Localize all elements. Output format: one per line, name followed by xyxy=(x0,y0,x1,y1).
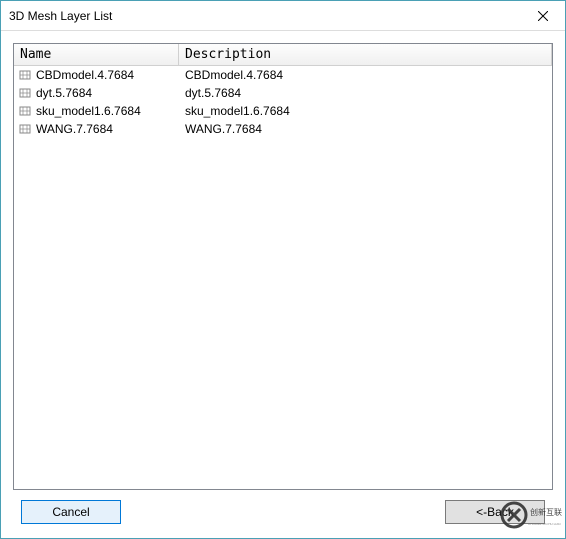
button-row: Cancel <-Back xyxy=(13,490,553,530)
mesh-name: dyt.5.7684 xyxy=(36,86,92,100)
list-body: CBDmodel.4.7684 CBDmodel.4.7684 dyt.5.768… xyxy=(14,66,552,489)
cell-name: WANG.7.7684 xyxy=(14,122,179,136)
mesh-icon xyxy=(18,104,32,118)
table-row[interactable]: sku_model1.6.7684 sku_model1.6.7684 xyxy=(14,102,552,120)
list-header: Name Description xyxy=(14,44,552,66)
mesh-name: sku_model1.6.7684 xyxy=(36,104,141,118)
back-button[interactable]: <-Back xyxy=(445,500,545,524)
mesh-layer-list: Name Description CBDmodel.4.7684CBDmodel… xyxy=(13,43,553,490)
dialog-content: Name Description CBDmodel.4.7684CBDmodel… xyxy=(1,31,565,538)
mesh-icon xyxy=(18,86,32,100)
cell-description: sku_model1.6.7684 xyxy=(179,104,552,118)
cell-name: dyt.5.7684 xyxy=(14,86,179,100)
cancel-button[interactable]: Cancel xyxy=(21,500,121,524)
cell-description: CBDmodel.4.7684 xyxy=(179,68,552,82)
titlebar: 3D Mesh Layer List xyxy=(1,1,565,31)
close-icon xyxy=(538,11,548,21)
table-row[interactable]: dyt.5.7684 dyt.5.7684 xyxy=(14,84,552,102)
close-button[interactable] xyxy=(520,1,565,30)
dialog-window: 3D Mesh Layer List Name Description CBDm… xyxy=(0,0,566,539)
table-row[interactable]: CBDmodel.4.7684 CBDmodel.4.7684 xyxy=(14,66,552,84)
cell-name: sku_model1.6.7684 xyxy=(14,104,179,118)
mesh-icon xyxy=(18,122,32,136)
window-title: 3D Mesh Layer List xyxy=(9,9,112,23)
cell-name: CBDmodel.4.7684 xyxy=(14,68,179,82)
table-row[interactable]: WANG.7.7684 WANG.7.7684 xyxy=(14,120,552,138)
mesh-name: CBDmodel.4.7684 xyxy=(36,68,134,82)
mesh-icon xyxy=(18,68,32,82)
column-header-description[interactable]: Description xyxy=(179,44,552,65)
column-header-name[interactable]: Name xyxy=(14,44,179,65)
cell-description: dyt.5.7684 xyxy=(179,86,552,100)
cell-description: WANG.7.7684 xyxy=(179,122,552,136)
mesh-name: WANG.7.7684 xyxy=(36,122,113,136)
